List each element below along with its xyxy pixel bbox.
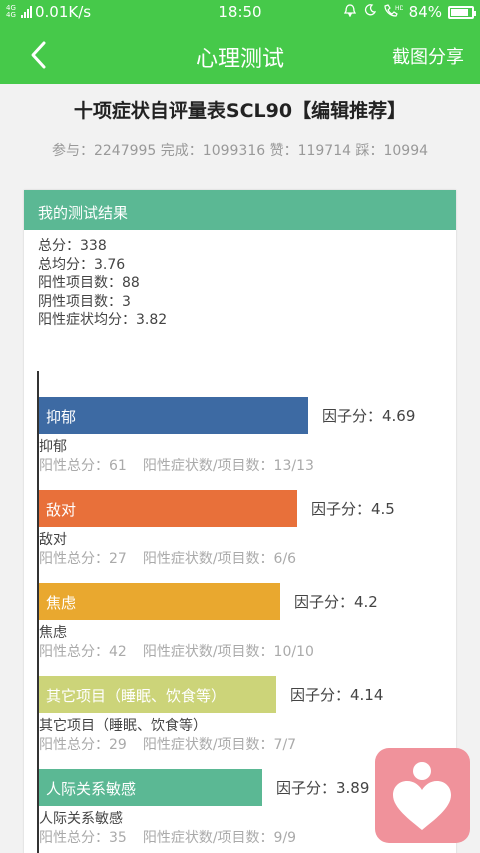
- alarm-icon: [343, 3, 357, 21]
- factor-positive-count: 阳性症状数/项目数：9/9: [142, 830, 297, 846]
- factor-positive-total: 阳性总分：27: [39, 551, 127, 567]
- person-heart-icon: [393, 762, 451, 830]
- factor-positive-count: 阳性症状数/项目数：13/13: [142, 458, 314, 474]
- factor-name: 其它项目（睡眠、饮食等）: [39, 718, 207, 734]
- positive-symptom-average: 阳性症状均分：3.82: [38, 312, 168, 328]
- factor-score: 因子分：3.89: [276, 779, 370, 797]
- nav-bar: 心理测试 截图分享: [0, 25, 480, 84]
- factor-positive-total: 阳性总分：35: [39, 830, 127, 846]
- floating-heart-button[interactable]: [375, 748, 470, 843]
- quiz-title: 十项症状自评量表SCL90【编辑推荐】: [73, 100, 407, 122]
- factor-detail: 阳性总分：42 阳性症状数/项目数：10/10: [39, 641, 314, 661]
- negative-item-count: 阴性项目数：3: [38, 293, 131, 310]
- factor-name: 敌对: [39, 532, 67, 548]
- status-bar: 4G 4G 0.01K/s 18:50 HD 84%: [0, 0, 480, 25]
- factor-detail: 阳性总分：27 阳性症状数/项目数：6/6: [39, 548, 296, 568]
- factor-bar: 抑郁: [39, 397, 308, 434]
- factor-detail: 阳性总分：61 阳性症状数/项目数：13/13: [39, 455, 314, 475]
- factor-positive-total: 阳性总分：61: [39, 458, 127, 474]
- average-score: 总均分：3.76: [38, 256, 126, 273]
- svg-text:HD: HD: [395, 5, 403, 12]
- result-header: 我的测试结果: [24, 190, 456, 230]
- quiz-stats: 参与：2247995 完成：1099316 赞：119714 踩：10994: [51, 143, 429, 159]
- factor-score: 因子分：4.2: [294, 593, 378, 611]
- factor-row: 抑郁 因子分：4.69 抑郁 阳性总分：61 阳性症状数/项目数：13/13: [39, 397, 449, 485]
- positive-item-count: 阳性项目数：88: [38, 275, 140, 291]
- factor-row: 敌对 因子分：4.5 敌对 阳性总分：27 阳性症状数/项目数：6/6: [39, 490, 449, 578]
- factor-bar: 人际关系敏感: [39, 769, 262, 806]
- factor-score: 因子分：4.14: [290, 686, 384, 704]
- battery-icon: [448, 5, 476, 19]
- battery-percent: 84%: [408, 3, 442, 21]
- factor-positive-total: 阳性总分：29: [39, 737, 127, 753]
- factor-positive-total: 阳性总分：42: [39, 644, 127, 660]
- total-score: 总分：338: [38, 238, 107, 254]
- screenshot-share-button[interactable]: 截图分享: [392, 43, 464, 69]
- factor-positive-count: 阳性症状数/项目数：7/7: [142, 737, 297, 753]
- factor-bar: 焦虑: [39, 583, 280, 620]
- factor-bar: 敌对: [39, 490, 297, 527]
- result-summary: 总分：338 总均分：3.76 阳性项目数：88 阴性项目数：3 阳性症状均分：…: [24, 230, 456, 330]
- factor-detail: 阳性总分：29 阳性症状数/项目数：7/7: [39, 734, 296, 754]
- factor-name: 焦虑: [39, 625, 67, 641]
- factor-name: 人际关系敏感: [39, 811, 123, 827]
- do-not-disturb-icon: [363, 3, 377, 21]
- factor-name: 抑郁: [39, 439, 67, 455]
- factor-positive-count: 阳性症状数/项目数：6/6: [142, 551, 297, 567]
- factor-score: 因子分：4.5: [311, 500, 395, 518]
- factor-bar: 其它项目（睡眠、饮食等）: [39, 676, 276, 713]
- hd-call-icon: HD: [383, 3, 404, 21]
- factor-positive-count: 阳性症状数/项目数：10/10: [142, 644, 314, 660]
- factor-row: 焦虑 因子分：4.2 焦虑 阳性总分：42 阳性症状数/项目数：10/10: [39, 583, 449, 671]
- factor-score: 因子分：4.69: [322, 407, 416, 425]
- factor-detail: 阳性总分：35 阳性症状数/项目数：9/9: [39, 827, 296, 847]
